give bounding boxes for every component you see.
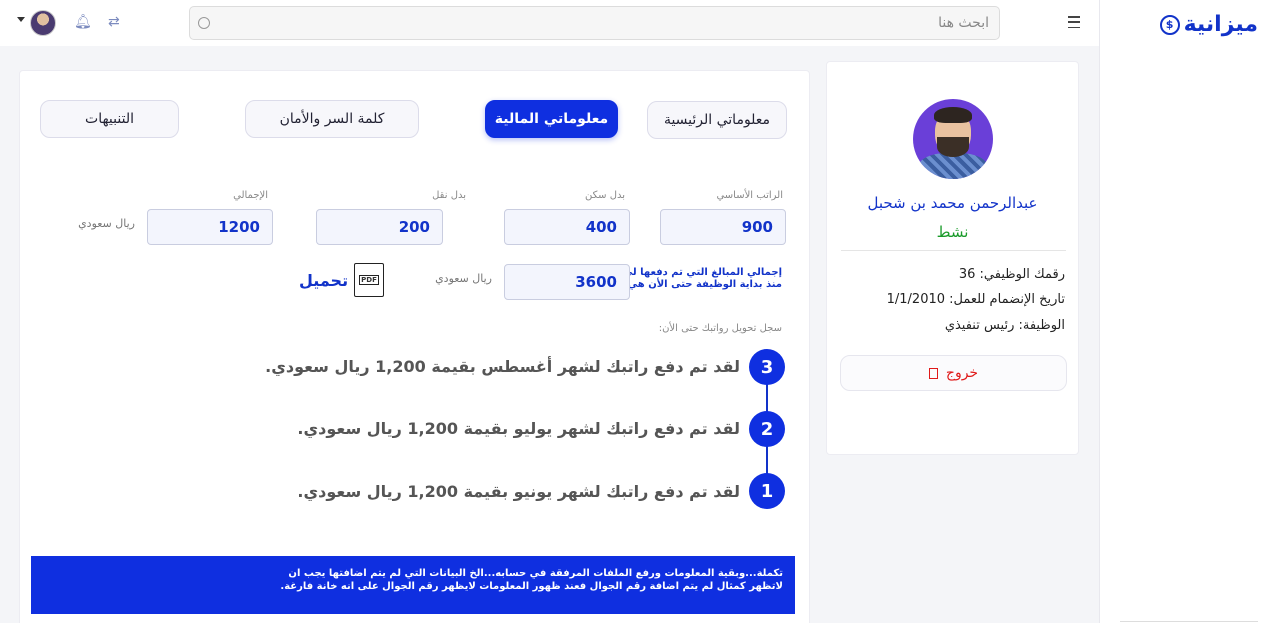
avatar[interactable] xyxy=(30,10,56,36)
transport-label: بدل نقل xyxy=(432,190,466,201)
bell-icon[interactable]: 🔔︎ xyxy=(74,14,92,30)
translate-icon[interactable]: ⇄ xyxy=(108,14,120,30)
logout-button[interactable]: خروج xyxy=(840,355,1067,391)
total-field[interactable]: 1200 xyxy=(147,209,273,245)
job-title: الوظيفة: رئيس تنفيذي xyxy=(944,318,1065,333)
divider xyxy=(1120,621,1258,622)
notice-banner: تكملة...وبقية المعلومات ورفع الملفات الم… xyxy=(31,556,795,614)
tab-main-info[interactable]: معلوماتي الرئيسية xyxy=(647,101,787,139)
chevron-down-icon[interactable] xyxy=(17,17,25,22)
tab-financial-info[interactable]: معلوماتي المالية xyxy=(485,100,618,138)
profile-name: عبدالرحمن محمد بن شحبل xyxy=(867,194,1038,212)
search-box[interactable] xyxy=(189,6,1000,40)
paid-total-field[interactable]: 3600 xyxy=(504,264,630,300)
notice-line: لاتظهر كمثال لم يتم اضافة رقم الجوال فعن… xyxy=(280,581,783,592)
basic-salary-label: الراتب الأساسي xyxy=(716,190,783,201)
housing-label: بدل سكن xyxy=(585,190,625,201)
search-icon xyxy=(198,17,210,29)
tab-security[interactable]: كلمة السر والأمان xyxy=(245,100,419,138)
search-input[interactable] xyxy=(210,15,989,31)
pdf-icon[interactable]: PDF xyxy=(354,263,384,297)
history-title: سجل تحويل رواتبك حتى الأن: xyxy=(658,323,782,334)
step-badge: 3 xyxy=(749,349,785,385)
profile-card: عبدالرحمن محمد بن شحبل نشط رقمك الوظيفي:… xyxy=(826,61,1079,455)
brand-logo[interactable]: ميزانية $ xyxy=(1159,12,1258,37)
tab-alerts[interactable]: التنبيهات xyxy=(40,100,179,138)
profile-photo xyxy=(913,99,993,179)
step-badge: 2 xyxy=(749,411,785,447)
currency-label: ريال سعودي xyxy=(78,217,135,230)
divider xyxy=(841,250,1066,251)
main-panel: معلوماتي الرئيسية معلوماتي المالية كلمة … xyxy=(19,70,810,623)
join-date: تاريخ الإنضمام للعمل: 1/1/2010 xyxy=(886,292,1065,307)
employee-id: رقمك الوظيفي: 36 xyxy=(958,267,1065,282)
basic-salary-field[interactable]: 900 xyxy=(660,209,786,245)
logout-icon xyxy=(928,367,938,379)
notice-line: تكملة...وبقية المعلومات ورفع الملفات الم… xyxy=(288,568,783,579)
sidebar: ميزانية $ xyxy=(1099,0,1280,623)
logout-label: خروج xyxy=(945,365,979,381)
paid-currency-label: ريال سعودي xyxy=(435,272,492,285)
history-item: لقد تم دفع راتبك لشهر يوليو بقيمة 1,200 … xyxy=(297,419,740,438)
history-item: لقد تم دفع راتبك لشهر يونيو بقيمة 1,200 … xyxy=(297,482,740,501)
total-label: الإجمالي xyxy=(233,190,268,201)
topbar: ⇄ 🔔︎ xyxy=(0,0,1099,46)
menu-icon[interactable] xyxy=(1068,16,1080,28)
paid-total-note: إجمالي المبالغ التي تم دفعها لي منذ بداي… xyxy=(622,267,782,290)
download-button[interactable]: تحميل xyxy=(299,271,348,290)
step-badge: 1 xyxy=(749,473,785,509)
history-item: لقد تم دفع راتبك لشهر أغسطس بقيمة 1,200 … xyxy=(265,357,740,376)
transport-field[interactable]: 200 xyxy=(316,209,443,245)
housing-field[interactable]: 400 xyxy=(504,209,630,245)
status-badge: نشط xyxy=(936,223,969,241)
brand-name: ميزانية xyxy=(1183,12,1258,37)
coin-icon: $ xyxy=(1159,14,1180,35)
